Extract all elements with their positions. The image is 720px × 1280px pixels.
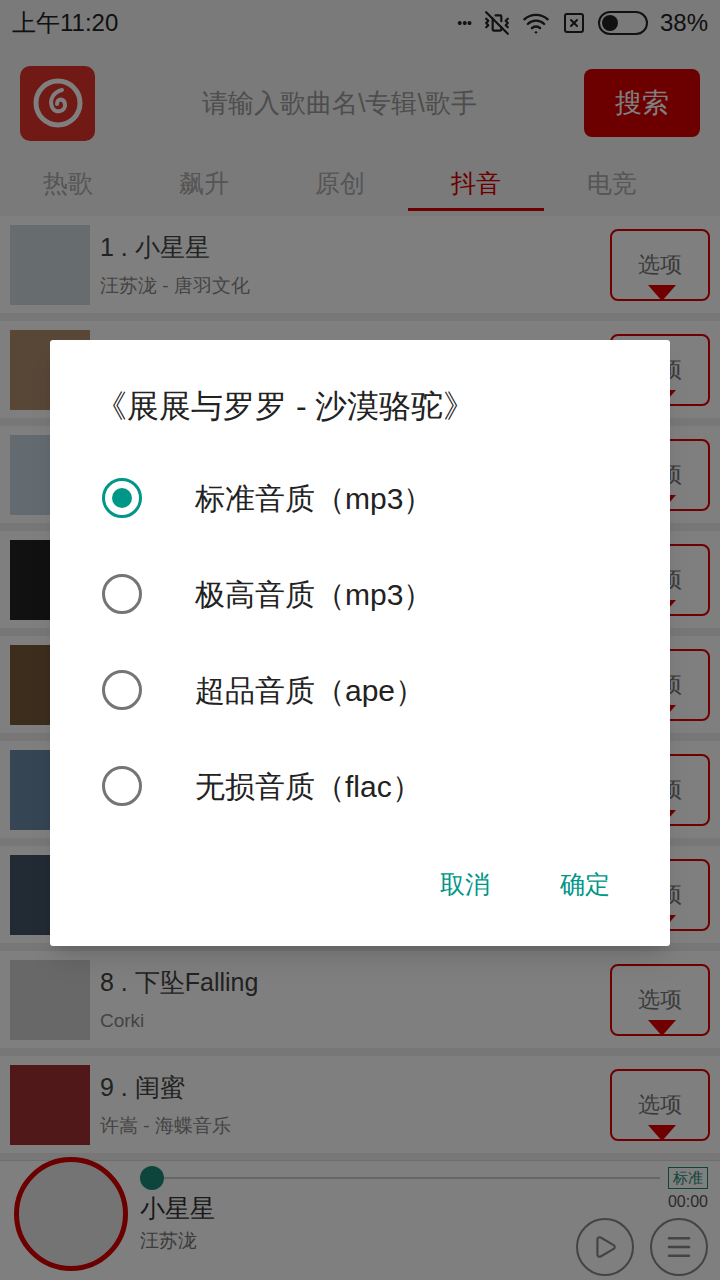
dialog-title: 《展展与罗罗 - 沙漠骆驼》 <box>50 380 670 432</box>
option-label: 无损音质（flac） <box>195 764 422 809</box>
option-label: 标准音质（mp3） <box>195 476 433 521</box>
dialog-button[interactable]: 确定 <box>530 854 640 916</box>
screen: 上午11:20•••38%请输入歌曲名\专辑\歌手搜索热歌飙升原创抖音电竞1 .… <box>0 0 720 1280</box>
quality-option[interactable]: 超品音质（ape） <box>50 642 670 738</box>
quality-dialog: 《展展与罗罗 - 沙漠骆驼》标准音质（mp3） 极高音质（mp3） 超品音质（ape… <box>50 340 670 946</box>
dialog-button[interactable]: 取消 <box>410 854 520 916</box>
option-label: 超品音质（ape） <box>195 668 425 713</box>
radio-button[interactable] <box>102 670 142 710</box>
quality-option[interactable]: 无损音质（flac） <box>50 738 670 834</box>
option-label: 极高音质（mp3） <box>195 572 433 617</box>
quality-option[interactable]: 标准音质（mp3） <box>50 450 670 546</box>
radio-button[interactable] <box>102 574 142 614</box>
radio-button[interactable] <box>102 478 142 518</box>
quality-option[interactable]: 极高音质（mp3） <box>50 546 670 642</box>
radio-button[interactable] <box>102 766 142 806</box>
